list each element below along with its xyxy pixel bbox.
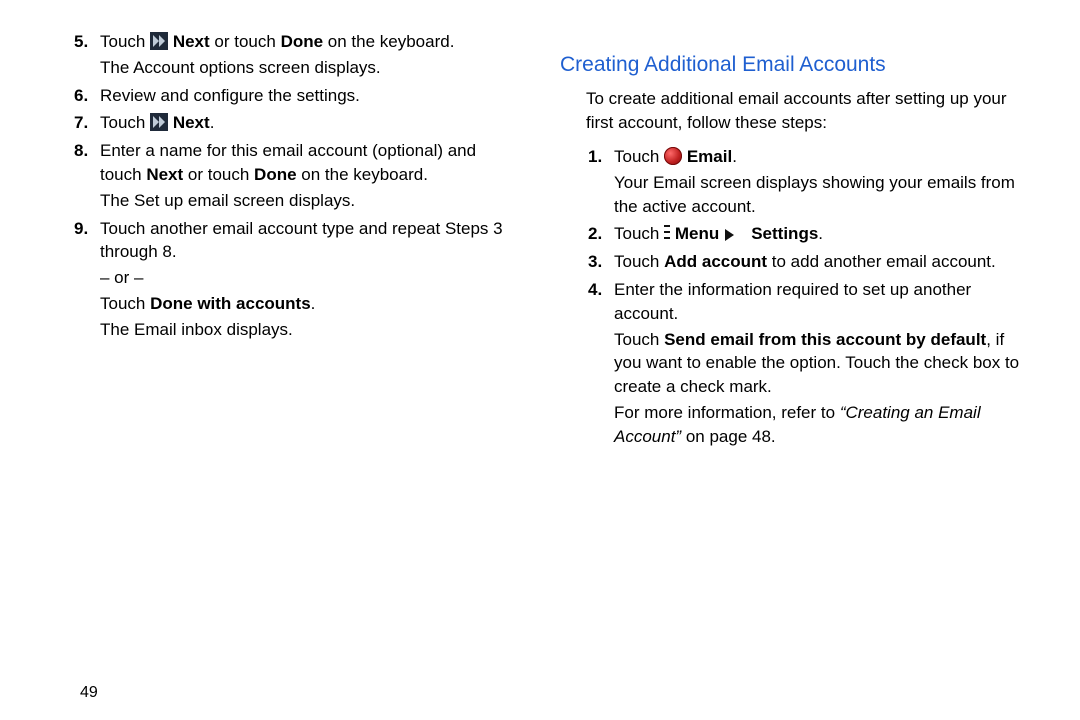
page-number: 49 xyxy=(80,682,98,704)
step-subtext: Touch Done with accounts. xyxy=(100,292,520,316)
step-body: Review and configure the settings. xyxy=(100,84,520,108)
step-item: 7. Touch Next. xyxy=(74,111,520,135)
bold-text: Next xyxy=(173,32,210,51)
bold-text: Send email from this account by default xyxy=(664,330,986,349)
step-number: 8. xyxy=(74,139,88,163)
step-body: Enter the information required to set up… xyxy=(614,278,1034,326)
step-item: 1. Touch Email.Your Email screen displays… xyxy=(588,145,1034,218)
bold-text: Settings xyxy=(751,224,818,243)
step-item: 2.Touch MenuSettings. xyxy=(588,222,1034,246)
step-subtext: For more information, refer to “Creating… xyxy=(614,401,1034,449)
left-column: 5. Touch Next or touch Done on the keyboa… xyxy=(46,30,548,710)
next-icon xyxy=(150,32,168,50)
step-subtext: The Set up email screen displays. xyxy=(100,189,520,213)
section-intro: To create additional email accounts afte… xyxy=(586,87,1034,135)
step-item: 5. Touch Next or touch Done on the keyboa… xyxy=(74,30,520,80)
step-number: 9. xyxy=(74,217,88,241)
step-number: 6. xyxy=(74,84,88,108)
step-number: 1. xyxy=(588,145,602,169)
menu-icon xyxy=(664,222,670,242)
section-heading: Creating Additional Email Accounts xyxy=(560,50,1034,79)
bold-text: Email xyxy=(687,147,732,166)
step-body: Touch another email account type and rep… xyxy=(100,217,520,265)
next-icon xyxy=(150,113,168,131)
step-number: 2. xyxy=(588,222,602,246)
bold-text: Next xyxy=(146,165,183,184)
arrow-icon xyxy=(725,229,745,241)
bold-text: Menu xyxy=(675,224,719,243)
step-body: Touch Next. xyxy=(100,111,520,135)
step-item: 8. Enter a name for this email account (o… xyxy=(74,139,520,212)
step-subtext: The Account options screen displays. xyxy=(100,56,520,80)
step-item: 3. Touch Add account to add another email… xyxy=(588,250,1034,274)
step-item: 6. Review and configure the settings. xyxy=(74,84,520,108)
step-body: Touch Next or touch Done on the keyboard… xyxy=(100,30,520,54)
bold-text: Next xyxy=(173,113,210,132)
step-number: 4. xyxy=(588,278,602,302)
italic-text: “Creating an Email Account” xyxy=(614,403,981,446)
step-subtext: – or – xyxy=(100,266,520,290)
right-column: Creating Additional Email Accounts To cr… xyxy=(548,30,1034,710)
step-number: 3. xyxy=(588,250,602,274)
manual-page: 5. Touch Next or touch Done on the keyboa… xyxy=(0,0,1080,720)
bold-text: Done with accounts xyxy=(150,294,311,313)
bold-text: Add account xyxy=(664,252,767,271)
step-body: Touch MenuSettings. xyxy=(614,222,1034,246)
step-item: 4. Enter the information required to set … xyxy=(588,278,1034,449)
bold-text: Done xyxy=(254,165,297,184)
step-subtext: Touch Send email from this account by de… xyxy=(614,328,1034,399)
email-icon xyxy=(664,147,682,165)
step-item: 9. Touch another email account type and r… xyxy=(74,217,520,342)
left-steps-list: 5. Touch Next or touch Done on the keyboa… xyxy=(74,30,520,342)
step-subtext: Your Email screen displays showing your … xyxy=(614,171,1034,219)
step-body: Touch Add account to add another email a… xyxy=(614,250,1034,274)
step-subtext: The Email inbox displays. xyxy=(100,318,520,342)
bold-text: Done xyxy=(281,32,324,51)
step-body: Touch Email. xyxy=(614,145,1034,169)
step-number: 5. xyxy=(74,30,88,54)
step-body: Enter a name for this email account (opt… xyxy=(100,139,520,187)
step-number: 7. xyxy=(74,111,88,135)
right-steps-list: 1. Touch Email.Your Email screen displays… xyxy=(588,145,1034,449)
